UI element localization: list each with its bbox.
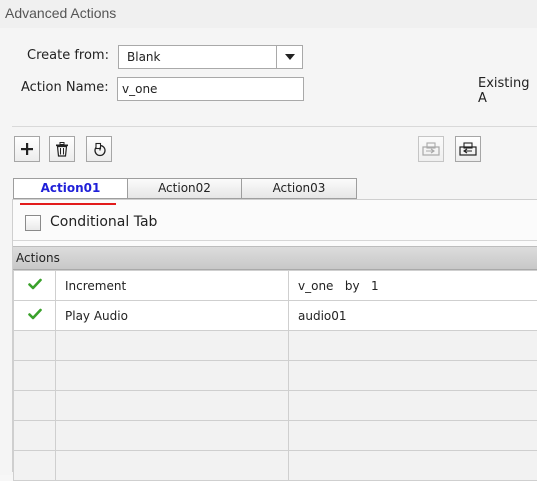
action-name-input[interactable]: v_one: [117, 77, 304, 101]
create-from-value: Blank: [127, 50, 160, 64]
actions-table: Increment v_one by 1 Play Audio audio01: [13, 270, 537, 481]
section-divider: [13, 240, 537, 241]
empty-cell[interactable]: [14, 331, 56, 361]
create-from-dropdown[interactable]: Blank: [118, 45, 303, 69]
table-row[interactable]: [14, 391, 537, 421]
table-row[interactable]: Increment v_one by 1: [14, 271, 537, 301]
empty-cell[interactable]: [56, 361, 289, 391]
empty-cell[interactable]: [56, 421, 289, 451]
table-row[interactable]: [14, 451, 537, 481]
empty-cell[interactable]: [289, 391, 537, 421]
create-from-label: Create from:: [27, 48, 109, 63]
import-icon: [422, 142, 440, 156]
action-name-label: Action Name:: [21, 80, 109, 95]
existing-actions-label: Existing A: [478, 76, 537, 106]
duplicate-action-button[interactable]: [86, 136, 112, 162]
table-row[interactable]: [14, 421, 537, 451]
empty-cell[interactable]: [289, 421, 537, 451]
empty-cell[interactable]: [56, 331, 289, 361]
table-row[interactable]: Play Audio audio01: [14, 301, 537, 331]
empty-cell[interactable]: [14, 361, 56, 391]
action-cell[interactable]: Play Audio: [56, 301, 289, 331]
conditional-tab-label: Conditional Tab: [50, 214, 157, 230]
detail-cell[interactable]: v_one by 1: [289, 271, 537, 301]
dropdown-arrow-icon[interactable]: [276, 46, 302, 68]
trash-icon: [55, 142, 69, 157]
green-checkmark-icon: [28, 278, 42, 290]
empty-cell[interactable]: [289, 331, 537, 361]
delete-action-button[interactable]: [49, 136, 75, 162]
empty-cell[interactable]: [14, 421, 56, 451]
empty-cell[interactable]: [289, 451, 537, 481]
empty-cell[interactable]: [14, 391, 56, 421]
row-checkbox[interactable]: [14, 271, 56, 301]
empty-cell[interactable]: [289, 361, 537, 391]
duplicate-icon: [92, 142, 107, 157]
toolbar-separator: [12, 126, 537, 127]
green-checkmark-icon: [28, 308, 42, 320]
conditional-tab-checkbox[interactable]: [25, 215, 41, 231]
empty-cell[interactable]: [14, 451, 56, 481]
active-tab-indicator: [20, 203, 116, 205]
tab-action02[interactable]: Action02: [127, 178, 242, 199]
row-checkbox[interactable]: [14, 301, 56, 331]
tab-action01[interactable]: Action01: [13, 178, 128, 199]
plus-icon: [20, 142, 34, 156]
tab-action03[interactable]: Action03: [241, 178, 357, 199]
window-title: Advanced Actions: [0, 0, 537, 28]
empty-cell[interactable]: [56, 391, 289, 421]
export-icon: [459, 142, 477, 156]
import-button[interactable]: [418, 136, 444, 162]
empty-cell[interactable]: [56, 451, 289, 481]
add-action-button[interactable]: [14, 136, 40, 162]
export-button[interactable]: [455, 136, 481, 162]
actions-section-header: Actions: [13, 246, 537, 270]
table-row[interactable]: [14, 361, 537, 391]
table-row[interactable]: [14, 331, 537, 361]
action-cell[interactable]: Increment: [56, 271, 289, 301]
detail-cell[interactable]: audio01: [289, 301, 537, 331]
